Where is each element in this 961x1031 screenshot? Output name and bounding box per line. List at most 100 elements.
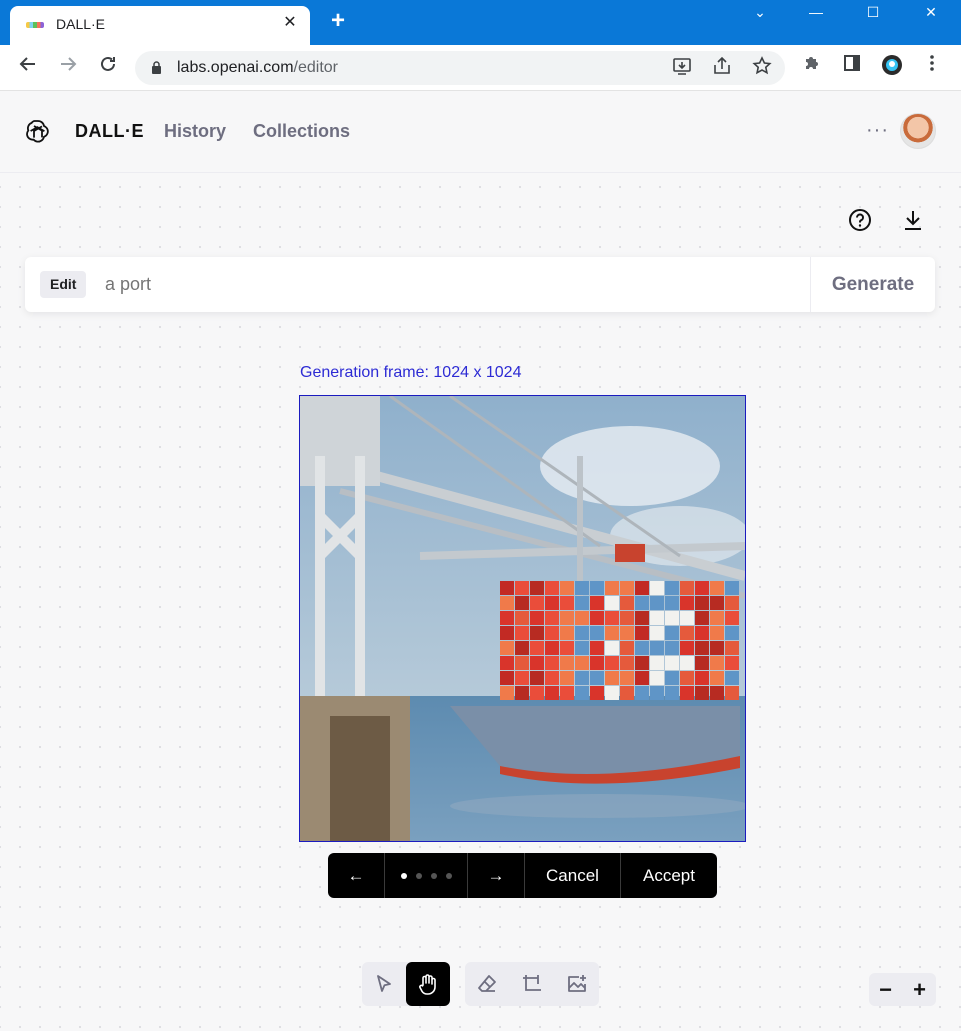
side-panel-icon[interactable] [839,53,865,79]
painted-container [545,686,559,700]
download-icon[interactable] [901,208,925,232]
browser-menu-icon[interactable] [919,53,945,79]
prompt-input[interactable] [105,271,805,298]
painted-container [560,641,574,655]
painted-container [500,581,514,595]
brand-title[interactable]: DALL·E [75,121,144,142]
accept-button[interactable]: Accept [621,853,717,898]
select-tool[interactable] [362,962,406,1006]
previous-variation-button[interactable]: ← [328,853,384,898]
address-bar[interactable]: labs.openai.com/editor [135,51,785,85]
help-icon[interactable] [848,208,872,232]
url-text[interactable]: labs.openai.com/editor [177,59,338,77]
painted-container [545,626,559,640]
painted-container [590,596,604,610]
close-window-button[interactable]: ✕ [903,0,959,28]
hand-tool[interactable] [406,962,450,1006]
variation-dot-1[interactable] [401,873,407,879]
painted-container [695,686,709,700]
painted-container [680,686,694,700]
painted-container [650,611,664,625]
new-tab-button[interactable]: + [326,9,350,34]
painted-container [590,686,604,700]
dalle-favicon-icon [26,22,44,28]
generation-frame[interactable] [299,395,746,842]
painted-container [725,611,739,625]
cancel-button[interactable]: Cancel [525,853,620,898]
tab-search-icon[interactable]: ⌄ [732,0,788,28]
back-button[interactable] [13,53,43,83]
painted-container [545,656,559,670]
share-icon[interactable] [710,56,734,80]
painted-container [695,641,709,655]
painted-container [545,671,559,685]
painted-container [710,656,724,670]
variation-dot-2[interactable] [416,873,422,879]
prompt-bar: Edit Generate [25,257,935,312]
painted-container [500,626,514,640]
painted-container [680,581,694,595]
painted-container [635,641,649,655]
minimize-button[interactable]: — [788,0,844,28]
painted-container [500,656,514,670]
navigation-tool-group [362,962,450,1006]
profile-extension-icon[interactable] [879,53,905,79]
generate-button[interactable]: Generate [810,257,935,312]
painted-container [560,656,574,670]
browser-tab[interactable]: DALL·E ✕ [10,6,310,45]
painted-container [590,671,604,685]
upload-image-tool[interactable] [555,962,599,1006]
painted-container [635,626,649,640]
painted-container [605,656,619,670]
variation-dots [385,853,467,898]
painted-container [515,596,529,610]
painted-container [545,641,559,655]
variations-toolbar: ← → Cancel Accept [328,853,717,898]
painted-container [530,626,544,640]
painted-container [650,641,664,655]
zoom-out-button[interactable]: − [869,973,902,1006]
painted-container [575,596,589,610]
nav-collections[interactable]: Collections [253,121,350,142]
add-frame-tool[interactable] [510,962,554,1006]
painted-container [665,671,679,685]
variation-dot-3[interactable] [431,873,437,879]
next-variation-button[interactable]: → [468,853,524,898]
pointer-arrow-icon [377,975,391,992]
nav-history[interactable]: History [164,121,226,142]
generated-image [300,396,745,841]
eraser-tool[interactable] [465,962,509,1006]
painted-container [665,656,679,670]
painted-container [590,611,604,625]
painted-container [530,686,544,700]
arrow-left-icon [19,57,35,71]
lock-icon[interactable] [151,61,162,74]
extensions-puzzle-icon[interactable] [799,53,825,79]
painted-container [515,641,529,655]
painted-container [530,596,544,610]
painted-container [710,641,724,655]
openai-logo-icon[interactable] [24,118,52,146]
variation-dot-4[interactable] [446,873,452,879]
painted-container [515,611,529,625]
painted-container [680,596,694,610]
avatar[interactable] [900,113,936,149]
forward-button[interactable] [53,53,83,83]
painted-container [665,581,679,595]
maximize-button[interactable]: ☐ [845,0,901,28]
painted-container [710,686,724,700]
painted-container [620,671,634,685]
painted-container [575,686,589,700]
painted-container [725,626,739,640]
more-options-icon[interactable]: ··· [866,119,889,142]
painted-container [500,671,514,685]
zoom-in-button[interactable]: + [903,973,936,1006]
painted-container [605,596,619,610]
painted-container [500,641,514,655]
install-app-icon[interactable] [670,56,694,80]
reload-button[interactable] [93,53,123,83]
tab-close-icon[interactable]: ✕ [280,13,300,33]
image-plus-icon [568,975,586,992]
bookmark-star-icon[interactable] [750,56,774,80]
eraser-icon [478,975,496,992]
